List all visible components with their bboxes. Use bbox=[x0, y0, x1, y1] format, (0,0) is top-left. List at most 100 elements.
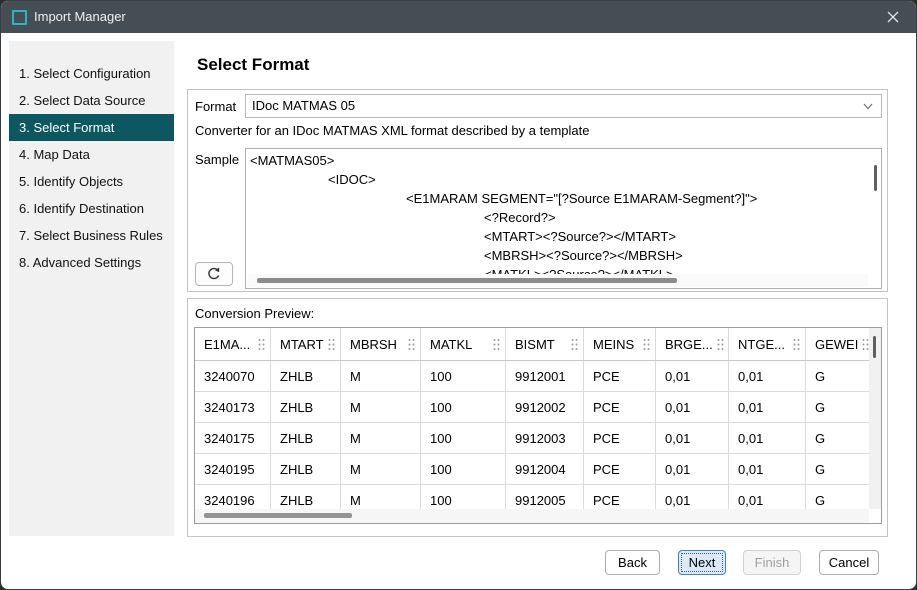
cell: 100 bbox=[421, 423, 506, 453]
sample-line: <MTART><?Source?></MTART> bbox=[250, 227, 867, 246]
cell: M bbox=[341, 423, 421, 453]
column-grip-icon[interactable] bbox=[493, 338, 500, 351]
conversion-preview-label: Conversion Preview: bbox=[195, 306, 314, 321]
column-grip-icon[interactable] bbox=[328, 338, 335, 351]
column-grip-icon[interactable] bbox=[258, 338, 265, 351]
cell: 0,01 bbox=[729, 423, 806, 453]
title-bar[interactable]: Import Manager bbox=[1, 1, 916, 33]
column-header-label: E1MA... bbox=[204, 337, 250, 352]
cell: 3240175 bbox=[195, 423, 271, 453]
cancel-button[interactable]: Cancel bbox=[819, 550, 879, 575]
column-header-label: MTART bbox=[280, 337, 324, 352]
sidebar-item-select-configuration[interactable]: 1. Select Configuration bbox=[9, 60, 174, 87]
preview-table-grid: E1MA... MTART MBRSH MATKL BISMT MEINS BR… bbox=[195, 328, 869, 509]
import-manager-dialog: Import Manager 1. Select Configuration 2… bbox=[0, 0, 917, 590]
sample-line: <?Record?> bbox=[250, 208, 867, 227]
cell: G bbox=[806, 423, 869, 453]
column-header-label: BISMT bbox=[515, 337, 555, 352]
app-icon bbox=[12, 10, 27, 25]
cell: ZHLB bbox=[271, 485, 341, 509]
sidebar-item-select-business-rules[interactable]: 7. Select Business Rules bbox=[9, 222, 174, 249]
column-header[interactable]: BRGE... bbox=[656, 328, 729, 360]
column-header-label: MEINS bbox=[593, 337, 634, 352]
column-header-label: MATKL bbox=[430, 337, 472, 352]
cell: 9912001 bbox=[506, 361, 584, 391]
close-icon bbox=[886, 10, 900, 24]
table-hscroll-thumb[interactable] bbox=[204, 513, 352, 518]
sidebar-item-select-data-source[interactable]: 2. Select Data Source bbox=[9, 87, 174, 114]
table-row[interactable]: 3240175 ZHLB M 100 9912003 PCE 0,01 0,01… bbox=[195, 423, 869, 454]
cell: PCE bbox=[584, 392, 656, 422]
cell: 0,01 bbox=[729, 454, 806, 484]
column-header[interactable]: GEWEI bbox=[806, 328, 869, 360]
sidebar-item-identify-objects[interactable]: 5. Identify Objects bbox=[9, 168, 174, 195]
cell: 3240195 bbox=[195, 454, 271, 484]
sidebar-item-identify-destination[interactable]: 6. Identify Destination bbox=[9, 195, 174, 222]
column-header[interactable]: BISMT bbox=[506, 328, 584, 360]
cell: 0,01 bbox=[656, 485, 729, 509]
cell: PCE bbox=[584, 361, 656, 391]
sample-text-area[interactable]: <MATMAS05> <IDOC> <E1MARAM SEGMENT="[?So… bbox=[245, 148, 882, 289]
column-header[interactable]: MEINS bbox=[584, 328, 656, 360]
sample-line: <MATMAS05> bbox=[250, 151, 867, 170]
cell: PCE bbox=[584, 485, 656, 509]
cell: ZHLB bbox=[271, 454, 341, 484]
table-header-row: E1MA... MTART MBRSH MATKL BISMT MEINS BR… bbox=[195, 328, 869, 361]
format-panel: Format IDoc MATMAS 05 Converter for an I… bbox=[187, 89, 888, 292]
finish-button[interactable]: Finish bbox=[743, 550, 801, 575]
sidebar-item-advanced-settings[interactable]: 8. Advanced Settings bbox=[9, 249, 174, 276]
sample-horizontal-scrollbar[interactable] bbox=[247, 274, 868, 287]
column-grip-icon[interactable] bbox=[862, 338, 869, 351]
close-button[interactable] bbox=[878, 1, 908, 33]
cell: M bbox=[341, 454, 421, 484]
table-row[interactable]: 3240173 ZHLB M 100 9912002 PCE 0,01 0,01… bbox=[195, 392, 869, 423]
chevron-down-icon bbox=[863, 103, 873, 110]
sample-vertical-scrollbar[interactable] bbox=[874, 165, 877, 191]
cell: 100 bbox=[421, 361, 506, 391]
cell: M bbox=[341, 392, 421, 422]
column-grip-icon[interactable] bbox=[793, 338, 800, 351]
sample-line: <MBRSH><?Source?></MBRSH> bbox=[250, 246, 867, 265]
column-header[interactable]: MATKL bbox=[421, 328, 506, 360]
column-header[interactable]: MTART bbox=[271, 328, 341, 360]
cell: G bbox=[806, 485, 869, 509]
table-row[interactable]: 3240195 ZHLB M 100 9912004 PCE 0,01 0,01… bbox=[195, 454, 869, 485]
sidebar-item-map-data[interactable]: 4. Map Data bbox=[9, 141, 174, 168]
cell: 0,01 bbox=[729, 361, 806, 391]
format-combobox[interactable]: IDoc MATMAS 05 bbox=[245, 94, 882, 118]
column-header-label: BRGE... bbox=[665, 337, 713, 352]
sidebar-item-select-format[interactable]: 3. Select Format bbox=[9, 114, 174, 141]
cell: 0,01 bbox=[729, 485, 806, 509]
column-grip-icon[interactable] bbox=[717, 338, 724, 351]
sample-hscroll-thumb[interactable] bbox=[257, 278, 677, 283]
back-button[interactable]: Back bbox=[605, 550, 660, 575]
format-label: Format bbox=[195, 99, 236, 114]
cell: M bbox=[341, 485, 421, 509]
column-header-label: NTGE... bbox=[738, 337, 785, 352]
cell: G bbox=[806, 361, 869, 391]
table-vertical-scrollbar[interactable] bbox=[869, 328, 881, 509]
table-row[interactable]: 3240196 ZHLB M 100 9912005 PCE 0,01 0,01… bbox=[195, 485, 869, 509]
column-grip-icon[interactable] bbox=[408, 338, 415, 351]
refresh-icon bbox=[206, 266, 222, 282]
refresh-sample-button[interactable] bbox=[195, 262, 233, 286]
cell: 9912004 bbox=[506, 454, 584, 484]
cell: ZHLB bbox=[271, 392, 341, 422]
cell: ZHLB bbox=[271, 423, 341, 453]
column-grip-icon[interactable] bbox=[643, 338, 650, 351]
column-header[interactable]: E1MA... bbox=[195, 328, 271, 360]
format-selected-value: IDoc MATMAS 05 bbox=[252, 95, 355, 117]
table-row[interactable]: 3240070 ZHLB M 100 9912001 PCE 0,01 0,01… bbox=[195, 361, 869, 392]
column-header[interactable]: NTGE... bbox=[729, 328, 806, 360]
table-vscroll-thumb[interactable] bbox=[873, 336, 876, 358]
format-description: Converter for an IDoc MATMAS XML format … bbox=[195, 123, 589, 138]
cell: 3240173 bbox=[195, 392, 271, 422]
table-horizontal-scrollbar[interactable] bbox=[195, 509, 869, 523]
next-button[interactable]: Next bbox=[678, 550, 726, 575]
cell: 100 bbox=[421, 485, 506, 509]
cell: 0,01 bbox=[656, 361, 729, 391]
column-grip-icon[interactable] bbox=[571, 338, 578, 351]
cell: 0,01 bbox=[729, 392, 806, 422]
column-header[interactable]: MBRSH bbox=[341, 328, 421, 360]
cell: 9912005 bbox=[506, 485, 584, 509]
